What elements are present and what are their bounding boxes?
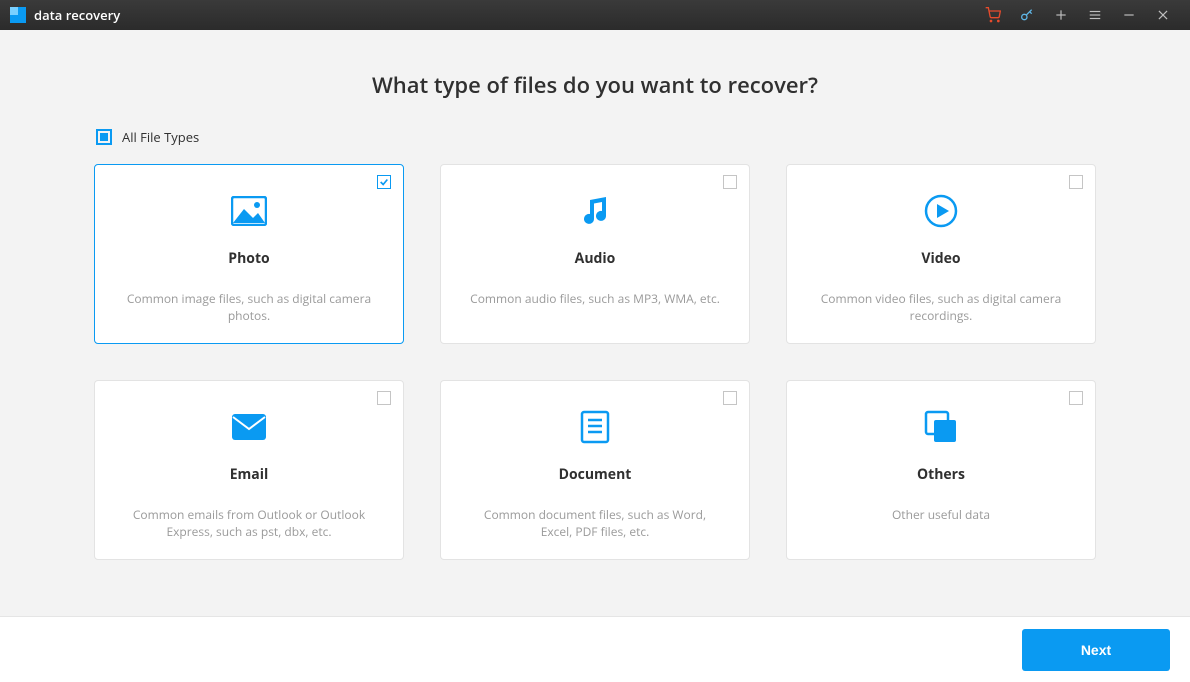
card-others[interactable]: Others Other useful data [786, 380, 1096, 560]
card-desc: Common emails from Outlook or Outlook Ex… [117, 506, 381, 541]
main-panel: What type of files do you want to recove… [0, 30, 1190, 560]
video-icon [809, 185, 1073, 237]
card-title: Photo [117, 249, 381, 268]
file-type-grid: Photo Common image files, such as digita… [94, 164, 1096, 560]
checkbox-indeterminate-icon [96, 129, 112, 145]
card-desc: Other useful data [809, 506, 1073, 523]
footer-bar: Next [0, 616, 1190, 682]
card-desc: Common audio files, such as MP3, WMA, et… [463, 290, 727, 307]
document-icon [463, 401, 727, 453]
page-title: What type of files do you want to recove… [0, 70, 1190, 100]
card-title: Others [809, 465, 1073, 484]
card-desc: Common document files, such as Word, Exc… [463, 506, 727, 541]
card-desc: Common video files, such as digital came… [809, 290, 1073, 325]
card-checkbox[interactable] [723, 175, 737, 189]
audio-icon [463, 185, 727, 237]
card-document[interactable]: Document Common document files, such as … [440, 380, 750, 560]
card-photo[interactable]: Photo Common image files, such as digita… [94, 164, 404, 344]
app-title: data recovery [34, 6, 120, 24]
email-icon [117, 401, 381, 453]
next-button[interactable]: Next [1022, 629, 1170, 671]
card-title: Audio [463, 249, 727, 268]
card-title: Email [117, 465, 381, 484]
all-file-types-label: All File Types [122, 128, 199, 146]
card-email[interactable]: Email Common emails from Outlook or Outl… [94, 380, 404, 560]
card-audio[interactable]: Audio Common audio files, such as MP3, W… [440, 164, 750, 344]
menu-icon[interactable] [1078, 0, 1112, 30]
minimize-icon[interactable] [1112, 0, 1146, 30]
plus-icon[interactable] [1044, 0, 1078, 30]
card-title: Document [463, 465, 727, 484]
titlebar: data recovery [0, 0, 1190, 30]
card-video[interactable]: Video Common video files, such as digita… [786, 164, 1096, 344]
card-checkbox[interactable] [377, 175, 391, 189]
others-icon [809, 401, 1073, 453]
close-icon[interactable] [1146, 0, 1180, 30]
card-checkbox[interactable] [1069, 175, 1083, 189]
card-checkbox[interactable] [1069, 391, 1083, 405]
key-icon[interactable] [1010, 0, 1044, 30]
card-title: Video [809, 249, 1073, 268]
photo-icon [117, 185, 381, 237]
card-checkbox[interactable] [723, 391, 737, 405]
card-desc: Common image files, such as digital came… [117, 290, 381, 325]
card-checkbox[interactable] [377, 391, 391, 405]
cart-icon[interactable] [976, 0, 1010, 30]
all-file-types-checkbox[interactable]: All File Types [94, 128, 1096, 146]
app-logo-icon [10, 7, 26, 23]
